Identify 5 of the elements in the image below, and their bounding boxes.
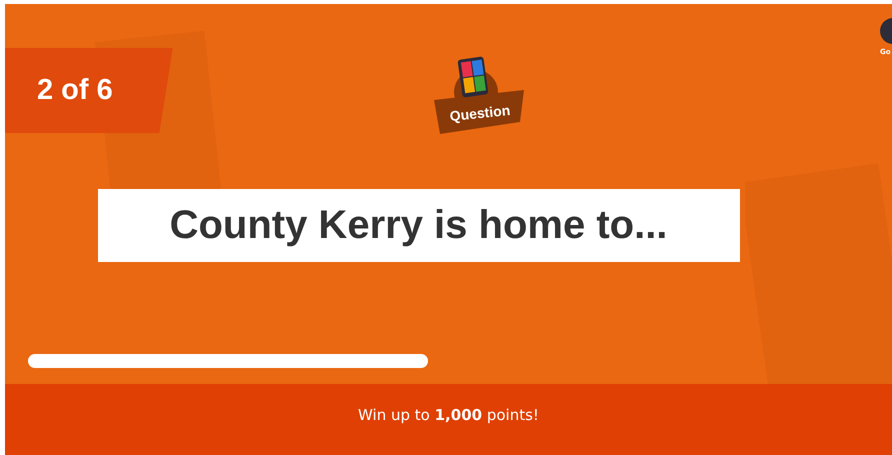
question-counter: 2 of 6 [5, 48, 173, 133]
points-label: Win up to 1,000 points! [358, 406, 539, 424]
category-badge: Question [428, 54, 528, 136]
question-text: County Kerry is home to... [98, 189, 740, 262]
avatar-icon[interactable] [880, 18, 892, 44]
